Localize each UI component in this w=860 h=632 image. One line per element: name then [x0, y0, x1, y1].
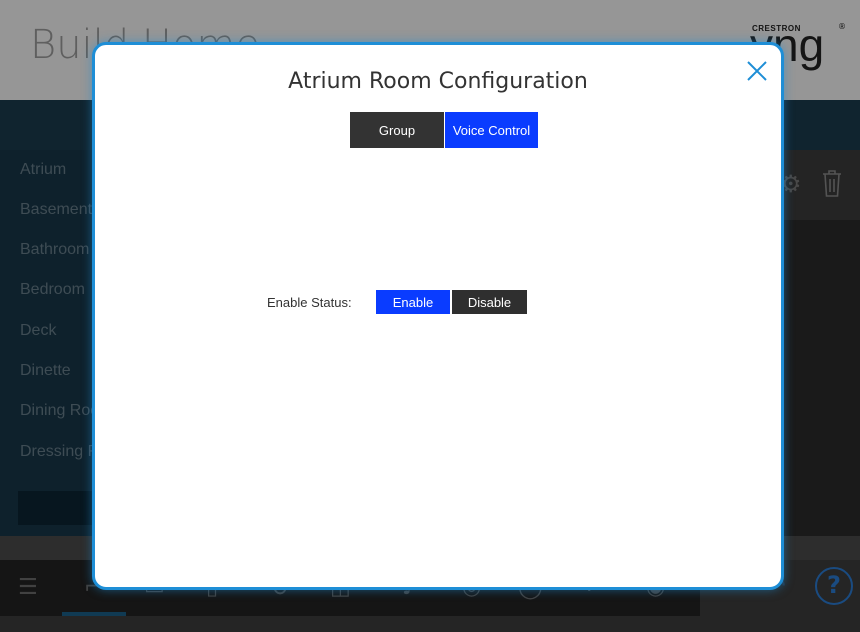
tab-group[interactable]: Group: [350, 112, 444, 148]
close-icon[interactable]: [745, 59, 769, 83]
config-tabs: Group Voice Control: [350, 112, 538, 148]
disable-button[interactable]: Disable: [452, 290, 527, 314]
tab-voice-control[interactable]: Voice Control: [445, 112, 538, 148]
dialog-title: Atrium Room Configuration: [288, 69, 588, 94]
room-configuration-dialog: Atrium Room Configuration Group Voice Co…: [92, 42, 784, 590]
enable-button[interactable]: Enable: [376, 290, 450, 314]
enable-status-label: Enable Status:: [267, 295, 352, 310]
enable-status-toggle: Enable Disable: [376, 290, 527, 314]
